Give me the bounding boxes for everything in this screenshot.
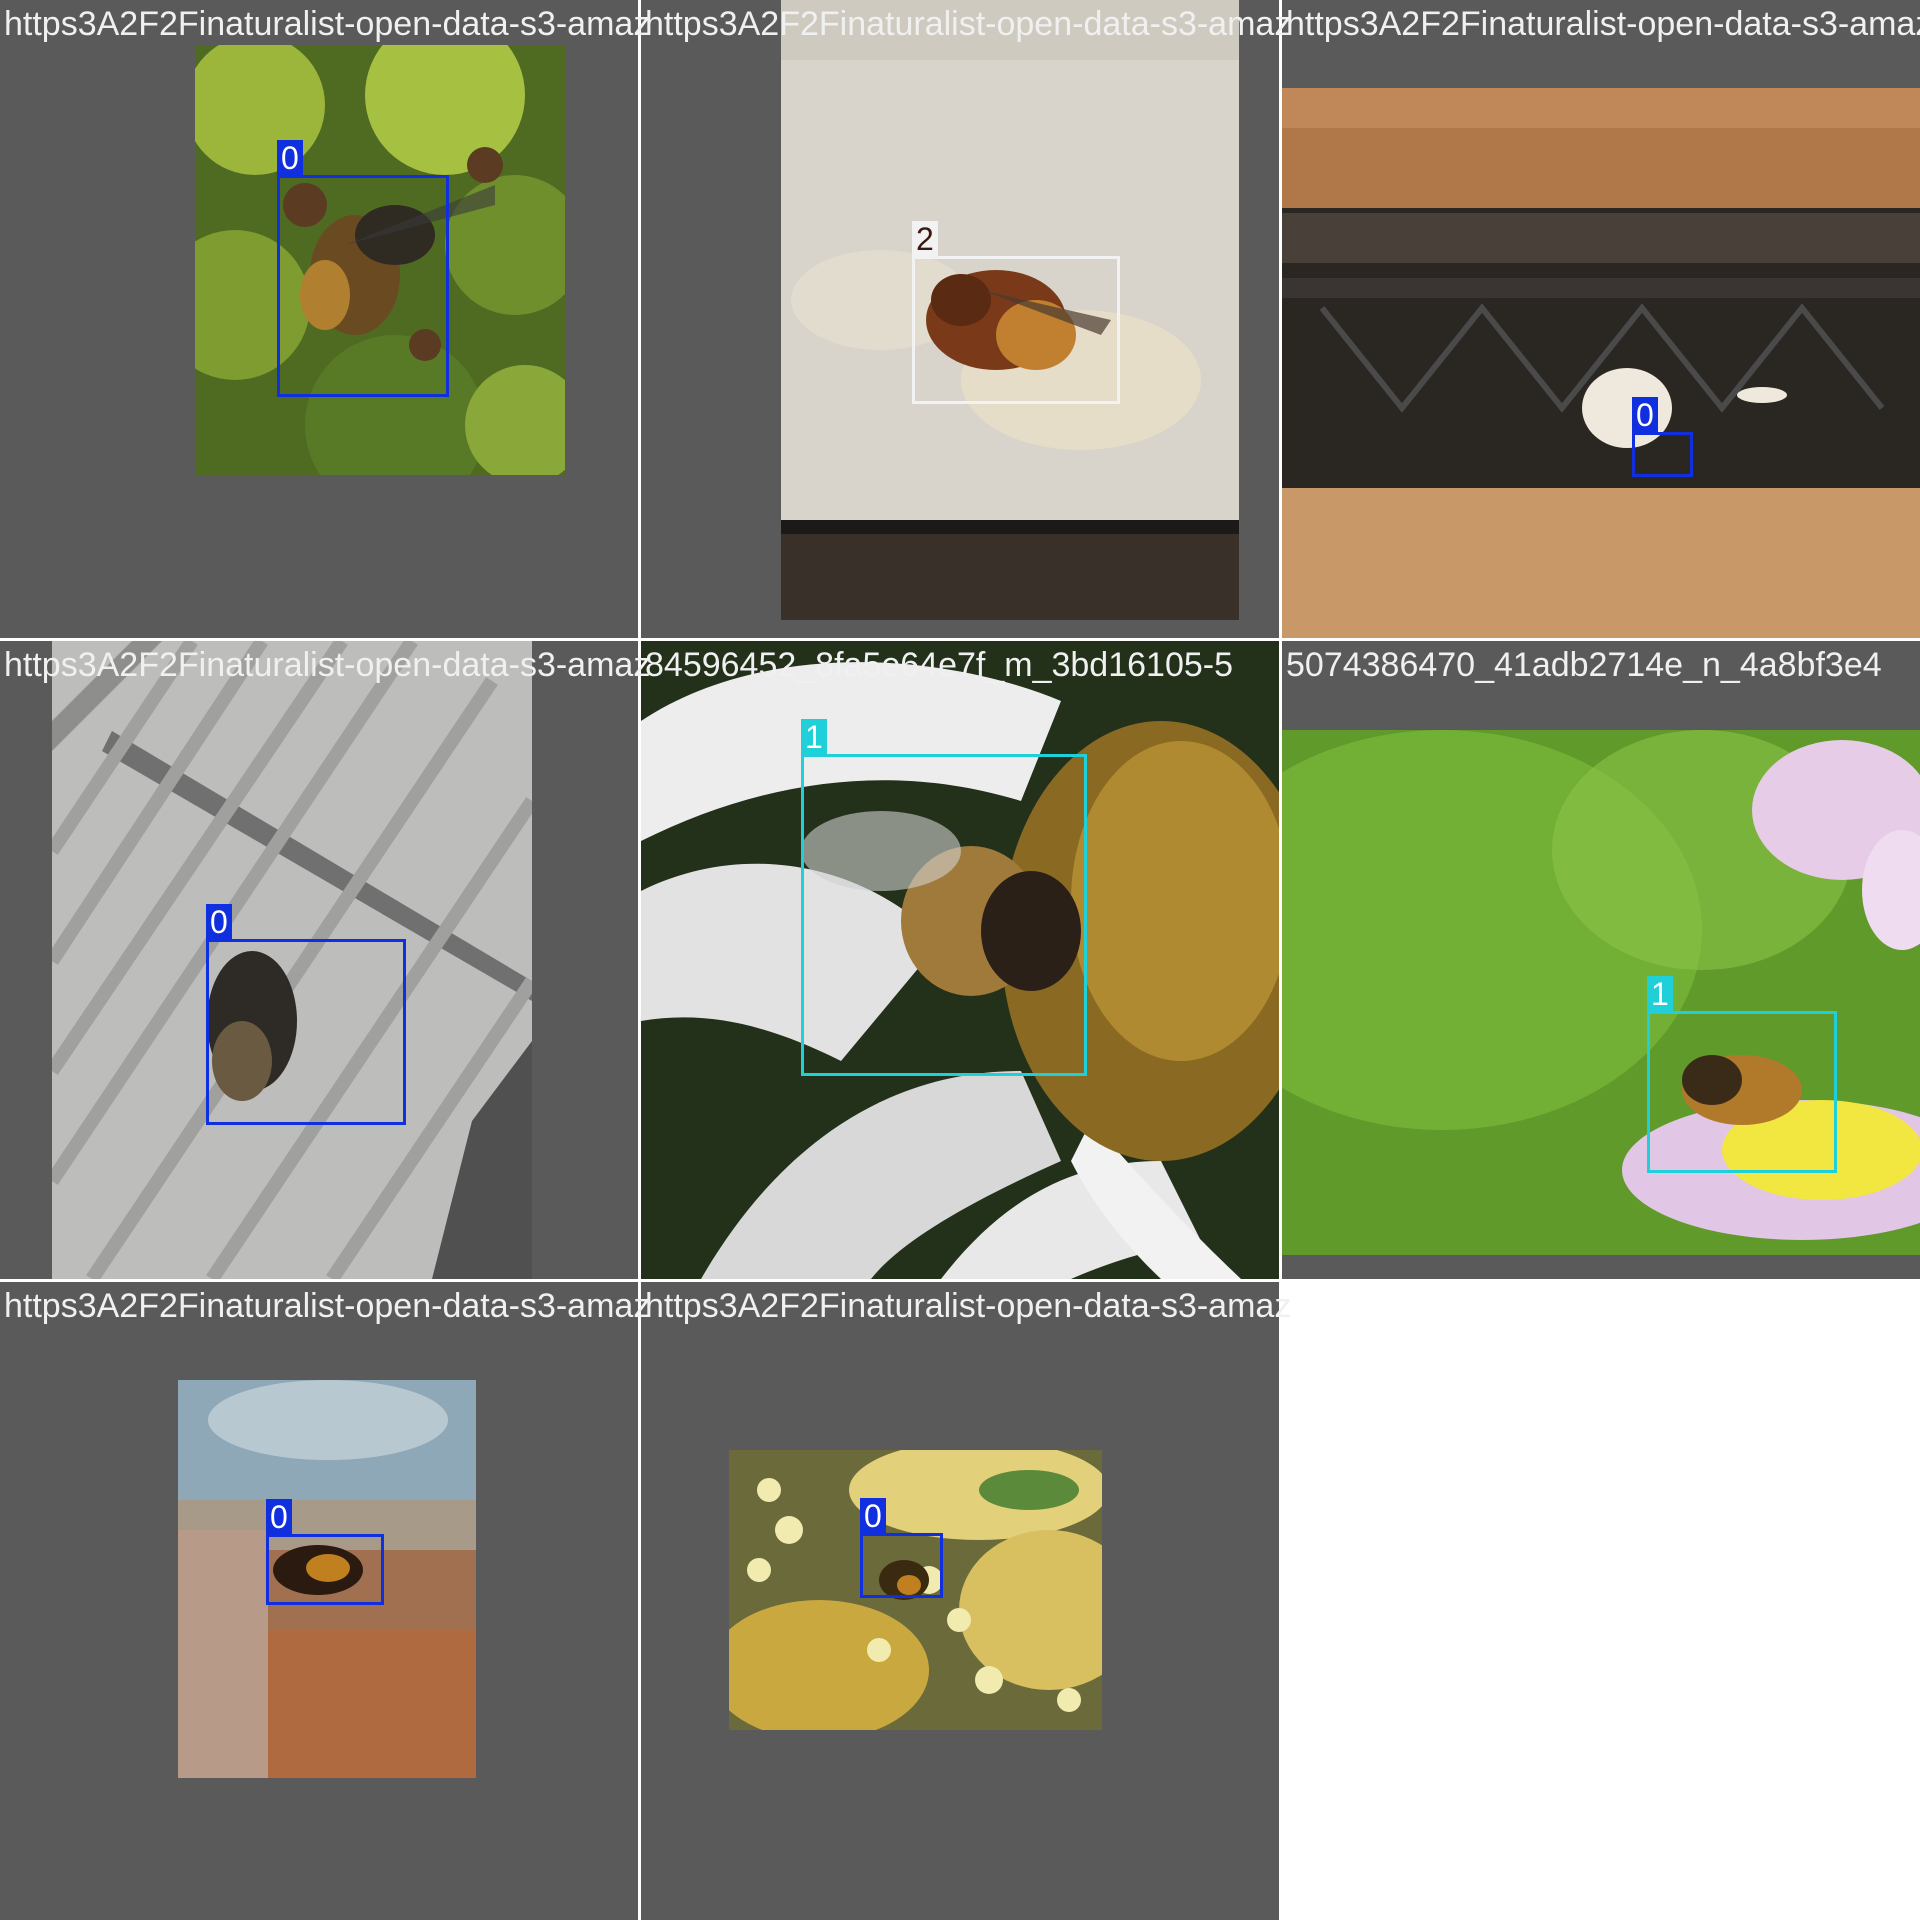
grid-separator-horizontal [0,638,1920,641]
mosaic-tile-1: 0 https3A2F2Finaturalist-open-data-s3-am… [0,0,650,638]
detection-box: 1 [801,719,1087,1076]
detection-box: 0 [860,1498,943,1598]
detection-class-label: 0 [277,140,303,176]
tile-3-photo [1282,88,1920,638]
bee-on-daisy-image [1282,730,1920,1255]
detection-class-label: 0 [206,904,232,940]
tile-1-caption: https3A2F2Finaturalist-open-data-s3-amaz [4,5,651,43]
tile-3-caption: https3A2F2Finaturalist-open-data-s3-amaz [1286,5,1920,43]
nest-under-wooden-roof-image [1282,88,1920,638]
detection-class-label: 1 [1647,976,1673,1012]
mosaic-tile-5: 1 84596452_8fa5e64e7f_m_3bd16105-5 [641,641,1279,1279]
tile-6-caption: 5074386470_41adb2714e_n_4a8bf3e4 [1286,646,1882,684]
mosaic-tile-7: 0 https3A2F2Finaturalist-open-data-s3-am… [0,1282,650,1920]
detection-class-label: 0 [1632,397,1658,433]
detection-class-label: 0 [266,1499,292,1535]
detection-mosaic: 0 https3A2F2Finaturalist-open-data-s3-am… [0,0,1920,1920]
detection-box: 0 [266,1499,384,1605]
tile-7-caption: https3A2F2Finaturalist-open-data-s3-amaz [4,1287,651,1325]
detection-class-label: 2 [912,221,938,257]
empty-mosaic-slot [1282,1282,1920,1920]
mosaic-tile-8: 0 https3A2F2Finaturalist-open-data-s3-am… [641,1282,1291,1920]
detection-box: 1 [1647,976,1837,1173]
tile-6-photo [1282,730,1920,1255]
mosaic-tile-3: 0 https3A2F2Finaturalist-open-data-s3-am… [1282,0,1920,638]
detection-box: 0 [277,140,449,397]
grid-separator-vertical [1279,0,1282,1920]
detection-class-label: 1 [801,719,827,755]
tile-8-caption: https3A2F2Finaturalist-open-data-s3-amaz [645,1287,1292,1325]
detection-box: 0 [206,904,406,1125]
mosaic-tile-6: 1 5074386470_41adb2714e_n_4a8bf3e4 [1282,641,1920,1279]
detection-box: 2 [912,221,1120,404]
grid-separator-horizontal [0,1279,1920,1282]
grid-separator-vertical [638,0,641,1920]
detection-class-label: 0 [860,1498,886,1534]
mosaic-tile-2: 2 https3A2F2Finaturalist-open-data-s3-am… [641,0,1291,638]
detection-box: 0 [1632,397,1693,477]
mosaic-tile-4: 0 https3A2F2Finaturalist-open-data-s3-am… [0,641,650,1279]
